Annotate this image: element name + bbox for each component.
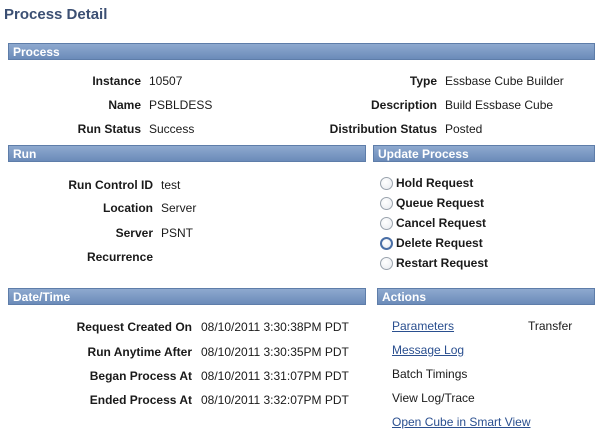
delete-request-option[interactable]: Delete Request <box>380 235 483 251</box>
distribution-status-value: Posted <box>445 122 483 136</box>
hold-request-radio[interactable] <box>380 176 393 190</box>
instance-label: Instance <box>92 74 141 88</box>
restart-request-label: Restart Request <box>396 256 489 270</box>
open-cube-smart-view-link[interactable]: Open Cube in Smart View <box>392 415 531 429</box>
description-value: Build Essbase Cube <box>445 98 554 112</box>
run-control-id-label: Run Control ID <box>68 178 153 192</box>
instance-value: 10507 <box>149 74 183 88</box>
recurrence-label: Recurrence <box>86 250 153 264</box>
cancel-request-radio[interactable] <box>380 216 393 230</box>
process-section-header: Process <box>8 43 595 60</box>
view-log-trace-text: View Log/Trace <box>392 391 475 405</box>
run-control-id-value: test <box>161 178 181 192</box>
run-anytime-after-value: 08/10/2011 3:30:35PM PDT <box>201 345 349 359</box>
began-process-label: Began Process At <box>89 369 192 383</box>
queue-request-label: Queue Request <box>396 196 485 210</box>
queue-request-option[interactable]: Queue Request <box>380 195 484 211</box>
delete-request-label: Delete Request <box>396 236 483 250</box>
run-status-value: Success <box>149 122 195 136</box>
restart-request-option[interactable]: Restart Request <box>380 255 488 271</box>
hold-request-label: Hold Request <box>396 176 474 190</box>
datetime-section-header: Date/Time <box>8 288 366 305</box>
name-value: PSBLDESS <box>149 98 213 112</box>
page-title: Process Detail <box>4 6 108 23</box>
location-value: Server <box>161 201 197 215</box>
ended-process-value: 08/10/2011 3:32:07PM PDT <box>201 393 349 407</box>
message-log-link[interactable]: Message Log <box>392 343 464 357</box>
restart-request-radio[interactable] <box>380 256 393 270</box>
transfer-text: Transfer <box>528 319 573 333</box>
request-created-value: 08/10/2011 3:30:38PM PDT <box>201 320 349 334</box>
began-process-value: 08/10/2011 3:31:07PM PDT <box>201 369 349 383</box>
actions-section-header: Actions <box>377 288 595 305</box>
cancel-request-label: Cancel Request <box>396 216 487 230</box>
queue-request-radio[interactable] <box>380 196 393 210</box>
type-label: Type <box>409 74 437 88</box>
delete-request-radio[interactable] <box>380 236 393 250</box>
run-section-header: Run <box>8 145 366 162</box>
cancel-request-option[interactable]: Cancel Request <box>380 215 486 231</box>
hold-request-option[interactable]: Hold Request <box>380 175 473 191</box>
request-created-label: Request Created On <box>76 320 192 334</box>
location-label: Location <box>103 201 153 215</box>
update-process-section-header: Update Process <box>373 145 595 162</box>
run-anytime-after-label: Run Anytime After <box>87 345 192 359</box>
run-status-label: Run Status <box>77 122 141 136</box>
description-label: Description <box>370 98 437 112</box>
server-label: Server <box>115 226 153 240</box>
server-value: PSNT <box>161 226 194 240</box>
type-value: Essbase Cube Builder <box>445 74 564 88</box>
name-label: Name <box>108 98 141 112</box>
ended-process-label: Ended Process At <box>89 393 192 407</box>
distribution-status-label: Distribution Status <box>329 122 437 136</box>
batch-timings-text: Batch Timings <box>392 367 468 381</box>
parameters-link[interactable]: Parameters <box>392 319 454 333</box>
